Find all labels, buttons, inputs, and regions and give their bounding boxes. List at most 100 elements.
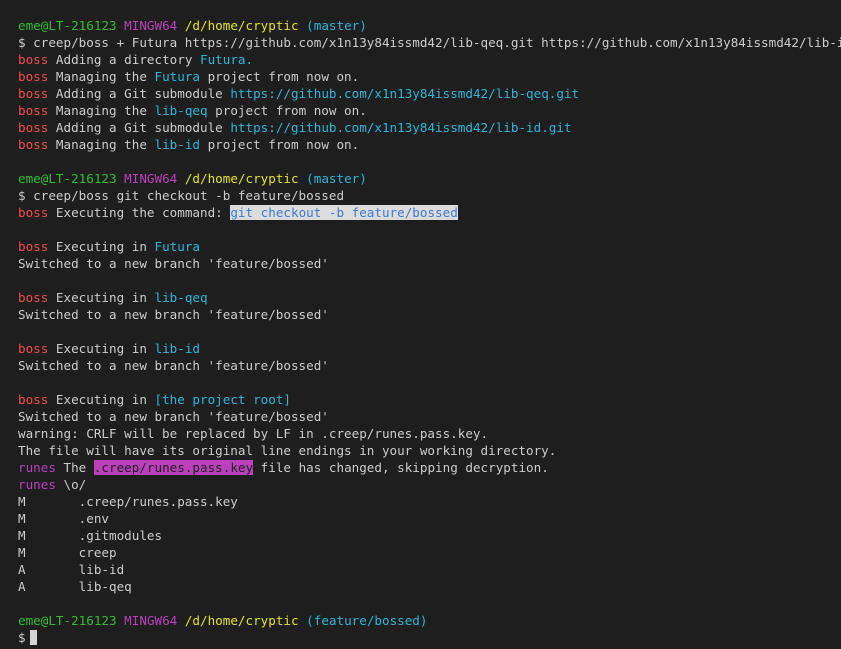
terminal-text: /d/home/cryptic xyxy=(177,18,299,33)
terminal-text: boss xyxy=(18,341,49,356)
terminal-line-status: A lib-id xyxy=(18,561,841,578)
terminal-text: eme@LT-216123 xyxy=(18,171,117,186)
terminal-text: Executing in xyxy=(48,341,155,356)
terminal-line-prompt: eme@LT-216123 MINGW64 /d/home/cryptic (m… xyxy=(18,170,841,187)
terminal-text: (master) xyxy=(298,171,367,186)
terminal-text: warning: CRLF will be replaced by LF in … xyxy=(18,426,489,441)
terminal-text: $ creep/boss + Futura https://github.com… xyxy=(18,35,841,50)
terminal-line-status: M .env xyxy=(18,510,841,527)
terminal-text: boss xyxy=(18,103,49,118)
terminal-line-status: M .creep/runes.pass.key xyxy=(18,493,841,510)
terminal-text: Adding a Git submodule xyxy=(48,86,231,101)
terminal-text: Switched to a new branch 'feature/bossed… xyxy=(18,256,329,271)
terminal-line-output: boss Managing the Futura project from no… xyxy=(18,68,841,85)
terminal-text: runes xyxy=(18,477,56,492)
terminal-text: file has changed, skipping decryption. xyxy=(253,460,549,475)
terminal-text: /d/home/cryptic xyxy=(177,171,299,186)
terminal-text: Executing in xyxy=(48,290,155,305)
terminal-text: Futura xyxy=(154,239,201,254)
terminal-text: Futura. xyxy=(200,52,254,67)
terminal-text: project from now on. xyxy=(207,103,367,118)
terminal-line-status: M creep xyxy=(18,544,841,561)
terminal-text: boss xyxy=(18,120,49,135)
terminal-text: runes xyxy=(18,460,56,475)
terminal-line-output: boss Adding a Git submodule https://gith… xyxy=(18,85,841,102)
terminal-line-output: boss Managing the lib-id project from no… xyxy=(18,136,841,153)
terminal-line-output: boss Adding a Git submodule https://gith… xyxy=(18,119,841,136)
terminal-text: boss xyxy=(18,205,49,220)
terminal-text: M .gitmodules xyxy=(18,528,163,543)
terminal-text: lib-qeq xyxy=(154,103,208,118)
terminal-text: Switched to a new branch 'feature/bossed… xyxy=(18,409,329,424)
terminal-text: boss xyxy=(18,86,49,101)
terminal-text: lib-id xyxy=(154,341,201,356)
terminal-line-output: boss Executing in lib-qeq xyxy=(18,289,841,306)
terminal-text: lib-qeq xyxy=(154,290,208,305)
terminal-text: M .env xyxy=(18,511,109,526)
terminal-text: $ creep/boss git checkout -b feature/bos… xyxy=(18,188,345,203)
terminal-line-output: boss Adding a directory Futura. xyxy=(18,51,841,68)
terminal-text: /d/home/cryptic xyxy=(177,613,299,628)
terminal-text: boss xyxy=(18,52,49,67)
terminal-text: (master) xyxy=(298,18,367,33)
terminal-text: Managing the xyxy=(48,103,155,118)
terminal-text: M .creep/runes.pass.key xyxy=(18,494,238,509)
terminal-text: MINGW64 xyxy=(116,18,178,33)
terminal-line-output: boss Managing the lib-qeq project from n… xyxy=(18,102,841,119)
terminal-text: Managing the xyxy=(48,137,155,152)
terminal-text: Executing in xyxy=(48,239,155,254)
terminal-text: The file will have its original line end… xyxy=(18,443,557,458)
terminal-line-output: runes \o/ xyxy=(18,476,841,493)
terminal-text: The xyxy=(55,460,94,475)
terminal-text: boss xyxy=(18,239,49,254)
terminal-line-output: runes The .creep/runes.pass.key file has… xyxy=(18,459,841,476)
terminal-text: boss xyxy=(18,290,49,305)
terminal-text: MINGW64 xyxy=(116,171,178,186)
terminal-text: eme@LT-216123 xyxy=(18,613,117,628)
terminal-text: MINGW64 xyxy=(116,613,178,628)
terminal-text: eme@LT-216123 xyxy=(18,18,117,33)
terminal-text: [the project root] xyxy=(154,392,291,407)
terminal-line-output: boss Executing in lib-id xyxy=(18,340,841,357)
terminal-line-output: boss Executing the command: git checkout… xyxy=(18,204,841,221)
terminal-text: Adding a directory xyxy=(48,52,200,67)
terminal-text: boss xyxy=(18,392,49,407)
terminal-line-output: The file will have its original line end… xyxy=(18,442,841,459)
terminal-text: $ xyxy=(18,630,26,645)
terminal-line-output: boss Executing in Futura xyxy=(18,238,841,255)
terminal-line-input[interactable]: $ xyxy=(18,629,841,646)
terminal-text: Adding a Git submodule xyxy=(48,120,231,135)
terminal-text: Managing the xyxy=(48,69,155,84)
terminal-output[interactable]: eme@LT-216123 MINGW64 /d/home/cryptic (m… xyxy=(18,17,841,649)
terminal-text: \o/ xyxy=(55,477,87,492)
terminal-line-output: Switched to a new branch 'feature/bossed… xyxy=(18,255,841,272)
terminal-line-status: A lib-qeq xyxy=(18,578,841,595)
terminal-line-output: warning: CRLF will be replaced by LF in … xyxy=(18,425,841,442)
terminal-text: A lib-qeq xyxy=(18,579,132,594)
terminal-text: project from now on. xyxy=(200,137,360,152)
terminal-text: M creep xyxy=(18,545,117,560)
terminal-text: https://github.com/x1n13y84issmd42/lib-i… xyxy=(230,120,572,135)
terminal-text: Executing the command: xyxy=(48,205,231,220)
terminal-text: git checkout -b feature/bossed xyxy=(230,205,458,220)
terminal-line-prompt: eme@LT-216123 MINGW64 /d/home/cryptic (m… xyxy=(18,17,841,34)
text-cursor xyxy=(29,630,37,645)
terminal-line-output: boss Executing in [the project root] xyxy=(18,391,841,408)
terminal-text: Futura xyxy=(154,69,201,84)
terminal-line-output: Switched to a new branch 'feature/bossed… xyxy=(18,306,841,323)
terminal-text: Switched to a new branch 'feature/bossed… xyxy=(18,307,329,322)
terminal-line-output: Switched to a new branch 'feature/bossed… xyxy=(18,408,841,425)
terminal-text: Executing in xyxy=(48,392,155,407)
terminal-text: lib-id xyxy=(154,137,201,152)
terminal-text: project from now on. xyxy=(200,69,360,84)
terminal-text: boss xyxy=(18,69,49,84)
terminal-line-command: $ creep/boss git checkout -b feature/bos… xyxy=(18,187,841,204)
terminal-line-prompt: eme@LT-216123 MINGW64 /d/home/cryptic (f… xyxy=(18,612,841,629)
terminal-line-output: Switched to a new branch 'feature/bossed… xyxy=(18,357,841,374)
terminal-text: https://github.com/x1n13y84issmd42/lib-q… xyxy=(230,86,580,101)
